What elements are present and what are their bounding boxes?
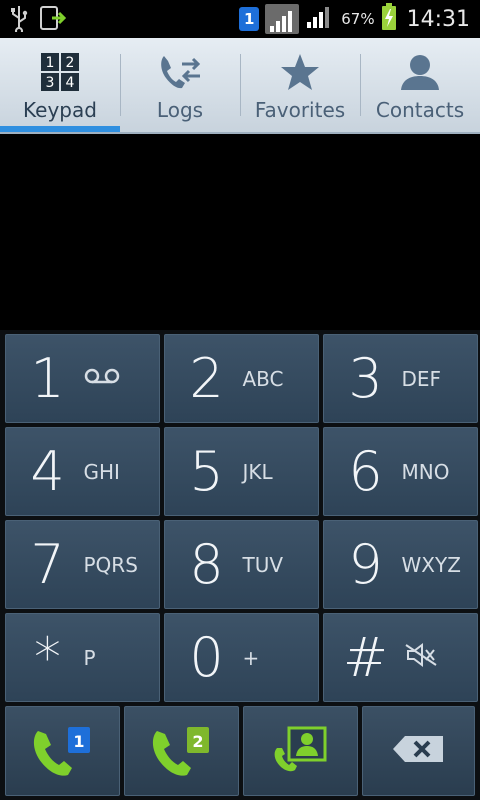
call-sim2-badge: 2 [192,732,203,751]
key-5[interactable]: 5 JKL [164,427,319,516]
keypad-icon: 1 2 3 4 [40,50,80,94]
download-icon [38,4,67,36]
key-letters: + [242,645,260,670]
call-sim1-button[interactable]: 1 [5,706,120,796]
key-4[interactable]: 4 GHI [5,427,160,516]
key-3[interactable]: 3 DEF [323,334,478,423]
tab-contacts[interactable]: Contacts [360,38,480,132]
tab-logs[interactable]: Logs [120,38,240,132]
key-digit: * [34,626,61,689]
key-9[interactable]: 9 WXYZ [323,520,478,609]
key-letters: PQRS [83,552,138,577]
key-star[interactable]: * P [5,613,160,702]
key-digit: # [342,626,389,689]
call-sim1-badge: 1 [73,732,84,751]
signal-icon [265,4,300,34]
sim1-icon: 1 [239,7,260,31]
voicemail-icon [78,366,148,391]
key-digit: 0 [189,626,224,689]
key-letters: WXYZ [401,552,461,577]
key-letters: TUV [242,552,284,577]
key-0[interactable]: 0 + [164,613,319,702]
call-sim1-icon: 1 [28,719,98,783]
status-bar: 1 67% 14:31 [0,0,480,38]
tab-label-keypad: Keypad [23,98,97,122]
tab-label-favorites: Favorites [254,98,346,122]
tab-label-contacts: Contacts [375,98,465,122]
backspace-icon [391,734,447,768]
add-contact-icon [271,724,331,778]
key-letters: DEF [401,366,442,391]
key-2[interactable]: 2 ABC [164,334,319,423]
clock: 14:31 [406,6,470,32]
call-sim2-button[interactable]: 2 [124,706,239,796]
key-6[interactable]: 6 MNO [323,427,478,516]
key-letters: P [83,645,96,670]
call-sim2-icon: 2 [147,719,217,783]
number-display[interactable] [0,134,480,330]
keypad-icon-digit-3: 3 [46,75,55,91]
key-digit: 2 [189,347,224,410]
contact-icon [398,50,442,94]
sim-badge-number: 1 [244,10,255,28]
key-digit: 7 [30,533,65,596]
battery-percent: 67% [341,10,375,28]
active-tab-indicator [0,126,120,132]
add-contact-button[interactable] [243,706,358,796]
dial-keypad: 1 2 ABC 3 DEF 4 GHI 5 JKL 6 MNO 7 PQRS 8… [0,330,480,704]
mute-icon [396,642,466,673]
signal-2-icon [305,4,335,34]
key-letters: JKL [242,459,273,484]
key-letters: ABC [242,366,284,391]
star-icon [279,50,321,94]
key-digit: 8 [189,533,224,596]
usb-icon [10,4,28,36]
key-digit: 9 [348,533,383,596]
key-digit: 3 [348,347,383,410]
keypad-icon-digit-2: 2 [66,55,75,71]
keypad-icon-digit-1: 1 [46,55,55,71]
battery-charging-icon [381,3,397,35]
key-digit: 6 [348,440,383,503]
key-digit: 1 [30,347,65,410]
tab-keypad[interactable]: 1 2 3 4 Keypad [0,38,120,132]
key-digit: 4 [30,440,65,503]
key-8[interactable]: 8 TUV [164,520,319,609]
key-1[interactable]: 1 [5,334,160,423]
tab-bar: 1 2 3 4 Keypad Logs Favorites Contacts [0,38,480,134]
key-digit: 5 [189,440,224,503]
tab-favorites[interactable]: Favorites [240,38,360,132]
action-bar: 1 2 [0,704,480,800]
key-hash[interactable]: # [323,613,478,702]
backspace-button[interactable] [362,706,475,796]
logs-icon [158,50,202,94]
tab-label-logs: Logs [156,98,204,122]
keypad-icon-digit-4: 4 [66,75,75,91]
key-letters: GHI [83,459,120,484]
key-7[interactable]: 7 PQRS [5,520,160,609]
key-letters: MNO [401,459,450,484]
